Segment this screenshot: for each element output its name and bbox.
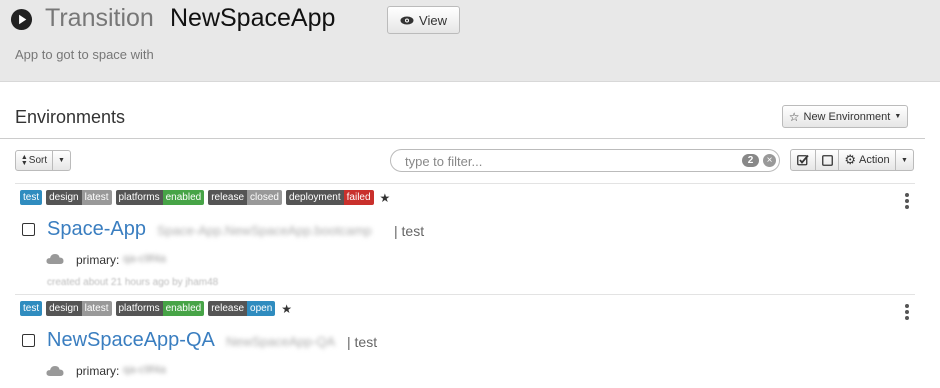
env-host: NewSpaceApp-QA	[226, 334, 336, 349]
play-circle-icon	[10, 8, 33, 31]
sort-button[interactable]: ▲ ▼ Sort	[15, 150, 53, 171]
view-button[interactable]: View	[387, 6, 460, 34]
cloud-icon	[46, 366, 64, 376]
tag-env-type[interactable]: test	[20, 190, 43, 205]
app-header: Transition NewSpaceApp View App to got t…	[0, 0, 940, 82]
tag-platforms[interactable]: platforms enabled	[115, 301, 205, 316]
sort-dropdown-button[interactable]: ▼	[53, 150, 71, 171]
env-name-link[interactable]: Space-App	[47, 218, 146, 241]
favorite-star-icon[interactable]: ★	[281, 302, 292, 316]
env-select-checkbox[interactable]	[22, 223, 35, 236]
tag-design[interactable]: design latest	[46, 190, 112, 205]
env-tags: test design latest platforms enabled relea…	[20, 190, 390, 205]
tag-env-type[interactable]: test	[20, 301, 43, 316]
page-subtitle: App to got to space with	[15, 47, 154, 62]
env-type-label: | test	[394, 223, 425, 239]
new-environment-label: New Environment	[803, 110, 891, 123]
eye-icon	[400, 16, 414, 24]
tag-design[interactable]: design latest	[46, 301, 112, 316]
filter-input[interactable]	[405, 153, 725, 169]
action-dropdown-button[interactable]: ▼	[896, 149, 914, 171]
new-environment-button[interactable]: ☆ New Environment ▼	[782, 105, 908, 128]
sort-arrows-icon: ▲ ▼	[20, 153, 28, 167]
checkbox-checked-icon	[797, 154, 809, 166]
created-info: created about 21 hours ago by jham48	[47, 277, 219, 288]
select-none-button[interactable]	[816, 149, 839, 171]
filter-box: 2 ×	[390, 149, 780, 172]
primary-label: primary:	[76, 364, 120, 378]
filter-count-badge: 2	[742, 154, 759, 167]
caret-down-icon: ▼	[901, 156, 908, 164]
view-button-label: View	[419, 12, 447, 28]
bulk-action-control: ⚙ Action ▼	[790, 149, 914, 171]
clear-filter-icon[interactable]: ×	[763, 154, 776, 167]
action-label: Action	[859, 154, 890, 166]
gear-icon: ⚙	[844, 152, 857, 167]
env-host: Space-App.NewSpaceApp.bootcamp	[157, 223, 372, 238]
tag-release[interactable]: release open	[208, 301, 276, 316]
row-divider	[15, 183, 915, 184]
page-title-prefix: Transition	[45, 4, 154, 32]
star-outline-icon: ☆	[788, 109, 800, 124]
caret-down-icon: ▼	[894, 113, 902, 120]
section-divider	[0, 138, 925, 139]
page-title-app: NewSpaceApp	[170, 4, 336, 32]
sort-control: ▲ ▼ Sort ▼	[15, 150, 71, 171]
sort-label: Sort	[28, 155, 48, 166]
primary-value: qa-c9f4a	[123, 253, 166, 265]
select-all-button[interactable]	[790, 149, 816, 171]
favorite-star-icon[interactable]: ★	[380, 191, 391, 205]
env-tags: test design latest platforms enabled relea…	[20, 301, 292, 316]
env-type-label: | test	[347, 334, 378, 350]
cloud-icon	[46, 254, 64, 264]
tag-platforms[interactable]: platforms enabled	[115, 190, 205, 205]
env-name-link[interactable]: NewSpaceApp-QA	[47, 329, 215, 352]
caret-down-icon: ▼	[58, 157, 65, 164]
kebab-menu-icon[interactable]	[905, 193, 909, 209]
row-divider	[15, 294, 915, 295]
env-select-checkbox[interactable]	[22, 334, 35, 347]
primary-label: primary:	[76, 253, 120, 267]
environments-heading: Environments	[15, 107, 126, 127]
tag-release[interactable]: release closed	[208, 190, 282, 205]
checkbox-empty-icon	[821, 154, 833, 166]
action-button[interactable]: ⚙ Action	[839, 149, 896, 171]
primary-value: qa-c9f4a	[123, 364, 166, 376]
kebab-menu-icon[interactable]	[905, 304, 909, 320]
tag-deployment[interactable]: deployment failed	[285, 190, 374, 205]
